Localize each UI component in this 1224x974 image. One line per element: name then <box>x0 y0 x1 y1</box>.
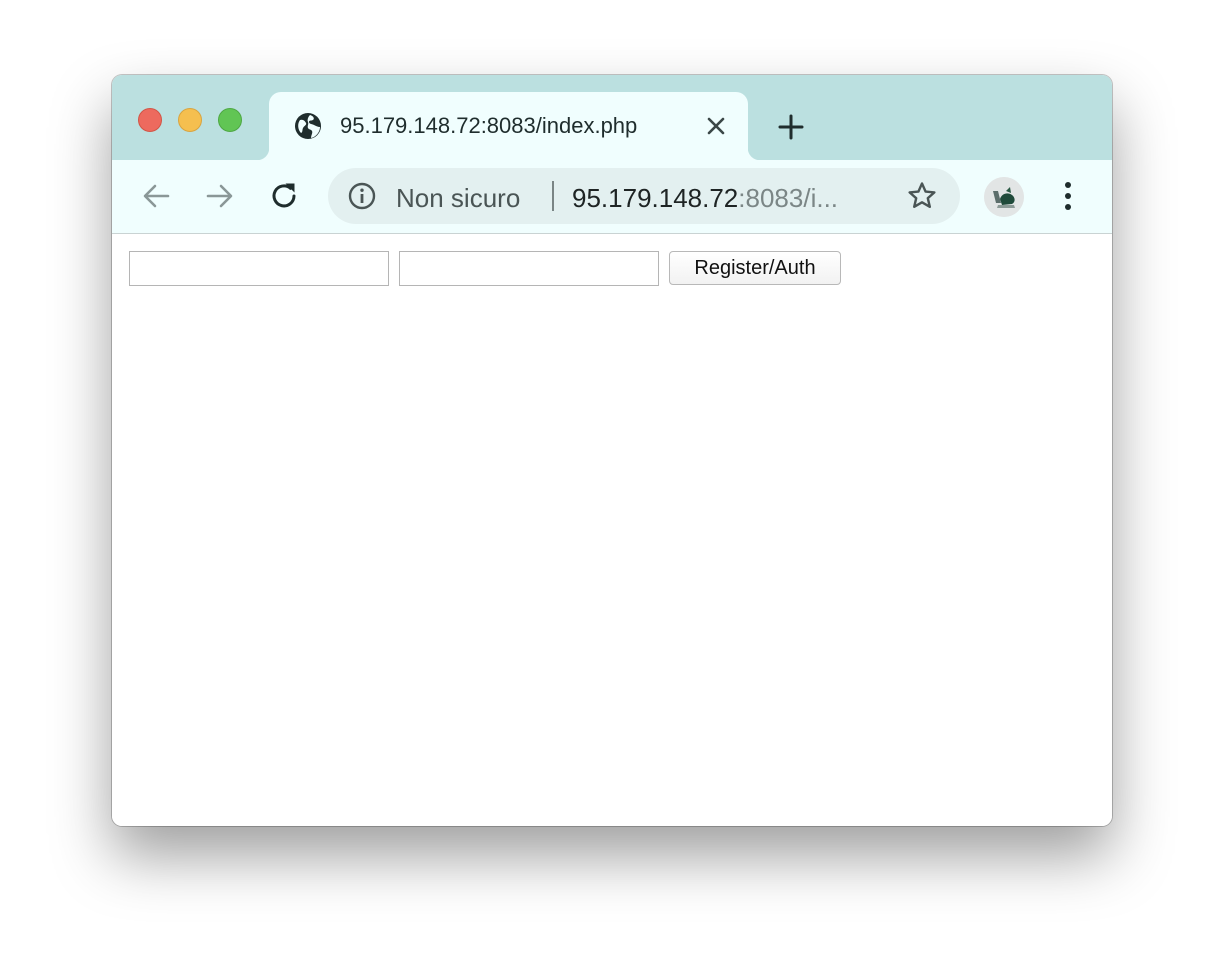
zoom-window-button[interactable] <box>218 108 242 132</box>
close-window-button[interactable] <box>138 108 162 132</box>
password-input[interactable] <box>399 251 659 286</box>
star-icon[interactable] <box>906 180 938 212</box>
url-host: 95.179.148.72 <box>572 183 739 213</box>
plus-icon[interactable] <box>774 110 808 144</box>
arrow-right-icon[interactable] <box>202 178 238 214</box>
username-input[interactable] <box>129 251 389 286</box>
title-bar: 95.179.148.72:8083/index.php <box>112 75 1112 160</box>
minimize-window-button[interactable] <box>178 108 202 132</box>
security-label[interactable]: Non sicuro <box>396 183 520 214</box>
address-bar[interactable]: Non sicuro 95.179.148.72:8083/i... <box>328 168 960 224</box>
browser-toolbar: Non sicuro 95.179.148.72:8083/i... <box>112 160 1112 234</box>
reload-icon[interactable] <box>266 178 302 214</box>
info-icon[interactable] <box>348 182 376 210</box>
url-path: :8083/i... <box>738 183 839 213</box>
register-auth-button[interactable]: Register/Auth <box>669 251 841 285</box>
omnibox-divider <box>552 181 554 211</box>
tab-title: 95.179.148.72:8083/index.php <box>340 113 638 138</box>
browser-window: 95.179.148.72:8083/index.php Non sicuro … <box>112 75 1112 826</box>
active-tab[interactable]: 95.179.148.72:8083/index.php <box>257 92 760 160</box>
close-icon[interactable] <box>702 112 730 140</box>
globe-icon <box>294 112 322 140</box>
url-text[interactable]: 95.179.148.72:8083/i... <box>572 183 838 214</box>
avatar[interactable] <box>984 177 1024 217</box>
page-content: Register/Auth <box>112 234 1112 826</box>
kebab-menu-icon[interactable] <box>1052 178 1084 214</box>
arrow-left-icon[interactable] <box>138 178 174 214</box>
